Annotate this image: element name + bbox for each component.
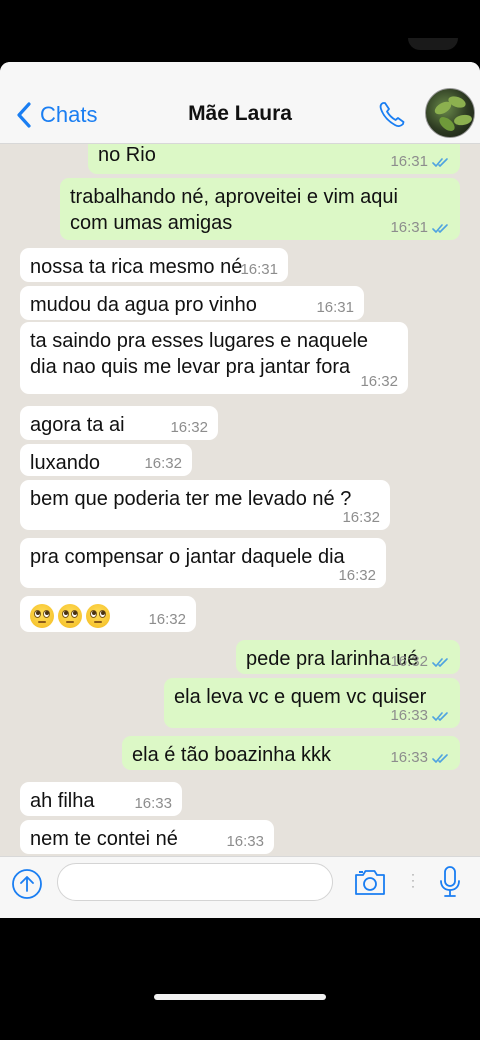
message-input[interactable] [57,863,333,901]
incoming-message[interactable]: bem que poderia ter me levado né ? 16:32 [20,480,390,530]
incoming-message[interactable]: mudou da agua pro vinho 16:31 [20,286,364,320]
message-time: 16:31 [390,153,428,170]
face-with-rolling-eyes-icon [86,603,110,628]
message-time: 16:32 [144,455,182,472]
message-time: 16:32 [170,419,208,436]
incoming-message[interactable]: luxando 16:32 [20,444,192,476]
double-check-icon [432,157,448,167]
message-meta: 16:31 [316,300,354,316]
face-with-rolling-eyes-icon [30,603,54,628]
whatsapp-chat-screen: Chats Mãe Laura no Rio 16:31 trabalhando n… [0,62,480,918]
message-time: 16:31 [390,219,428,236]
message-meta: 16:32 [338,568,376,584]
message-meta: 16:31 [390,154,450,170]
incoming-message[interactable]: 16:32 [20,596,196,632]
message-time: 16:32 [360,373,398,390]
message-time: 16:33 [390,707,428,724]
chat-header: Chats Mãe Laura [0,62,480,144]
message-meta: 16:32 [360,374,398,390]
message-meta: 16:33 [390,708,450,724]
incoming-message[interactable]: nem te contei né 16:33 [20,820,274,854]
message-time: 16:32 [148,611,186,628]
outgoing-message[interactable]: no Rio 16:31 [88,144,460,174]
message-meta: 16:32 [170,420,208,436]
outgoing-message[interactable]: ela leva vc e quem vc quiser 16:33 [164,678,460,728]
message-time: 16:32 [342,509,380,526]
message-text: ta saindo pra esses lugares e naquele di… [30,330,369,378]
double-check-icon [432,753,448,763]
message-time: 16:31 [316,299,354,316]
outgoing-message[interactable]: trabalhando né, aproveitei e vim aqui co… [60,178,460,240]
incoming-message[interactable]: ah filha 16:33 [20,782,182,816]
incoming-message[interactable]: ta saindo pra esses lugares e naquele di… [20,322,408,394]
camera-cutout [408,38,458,50]
double-check-icon [432,657,448,667]
message-meta: 16:33 [390,750,450,766]
message-time: 16:31 [240,261,278,278]
separator-dots: · · · [411,867,415,893]
message-meta: 16:32 [390,654,450,670]
contact-name[interactable]: Mãe Laura [0,102,480,126]
contact-avatar[interactable] [425,88,475,138]
message-meta: 16:33 [226,834,264,850]
message-meta: 16:32 [144,456,182,472]
status-bar [0,0,480,62]
message-time: 16:32 [338,567,376,584]
message-time: 16:33 [390,749,428,766]
face-with-rolling-eyes-icon [58,603,82,628]
home-indicator[interactable] [154,994,326,1000]
message-meta: 16:33 [134,796,172,812]
incoming-message[interactable]: pra compensar o jantar daquele dia 16:32 [20,538,386,588]
message-meta: 16:31 [240,262,278,278]
phone-icon[interactable] [376,99,408,131]
message-time: 16:33 [226,833,264,850]
message-list[interactable]: no Rio 16:31 trabalhando né, aproveitei e … [0,144,480,856]
message-meta: 16:32 [148,612,186,628]
camera-icon[interactable] [353,867,387,897]
message-meta: 16:32 [342,510,380,526]
message-time: 16:33 [134,795,172,812]
message-text: mudou da agua pro vinho [30,294,257,316]
outgoing-message[interactable]: ela é tão boazinha kkk 16:33 [122,736,460,770]
incoming-message[interactable]: nossa ta rica mesmo né 16:31 [20,248,288,282]
composer-bar: · · · [0,856,480,918]
microphone-icon[interactable] [438,865,462,899]
upload-arrow-icon[interactable] [11,868,43,900]
message-meta: 16:31 [390,220,450,236]
message-time: 16:32 [390,653,428,670]
double-check-icon [432,711,448,721]
incoming-message[interactable]: agora ta ai 16:32 [20,406,218,440]
message-text: pra compensar o jantar daquele dia [30,546,345,568]
outgoing-message[interactable]: pede pra larinha ué 16:32 [236,640,460,674]
message-text: bem que poderia ter me levado né ? [30,488,352,510]
double-check-icon [432,223,448,233]
